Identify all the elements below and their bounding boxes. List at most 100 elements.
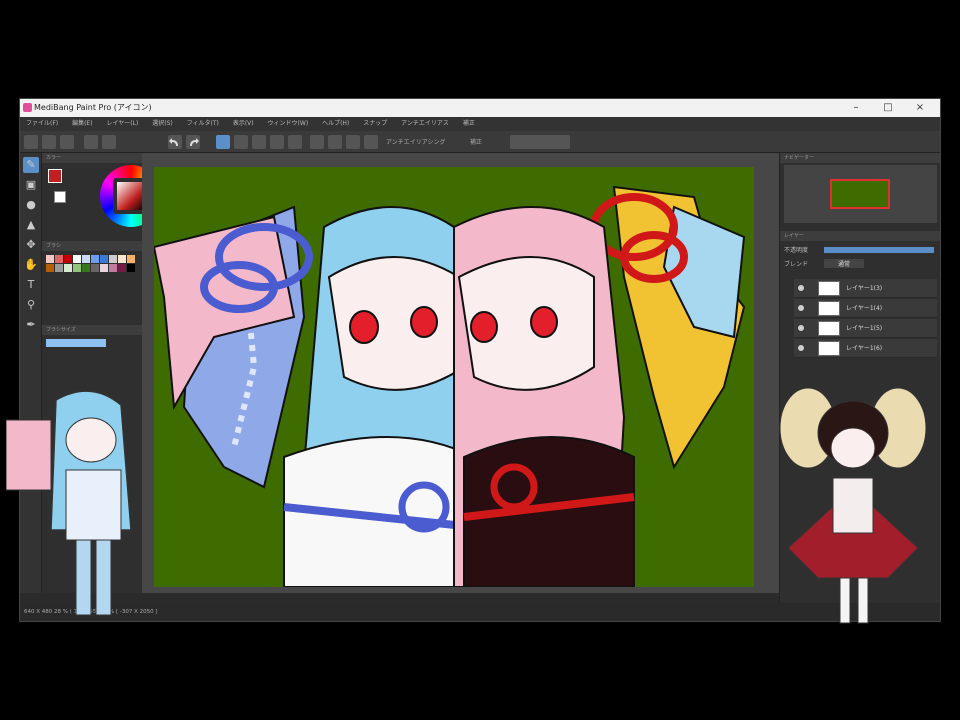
select-tool-icon[interactable] — [216, 135, 230, 149]
menu-antialias[interactable]: アンチエイリアス — [395, 117, 455, 131]
window-title: MediBang Paint Pro (アイコン) — [34, 103, 152, 112]
cut-icon[interactable] — [102, 135, 116, 149]
palette-swatch[interactable] — [55, 264, 63, 272]
layer-row[interactable]: レイヤー1(3) — [794, 279, 937, 298]
navigator-title: ナビゲーター — [780, 153, 940, 163]
layer-name: レイヤー1(3) — [846, 285, 883, 292]
text-icon[interactable]: T — [23, 277, 39, 293]
layer-name: レイヤー1(6) — [846, 345, 883, 352]
palette-swatch[interactable] — [73, 264, 81, 272]
menu-file[interactable]: ファイル(F) — [20, 117, 64, 131]
layer-thumbnail — [818, 321, 840, 336]
menu-filter[interactable]: フィルタ(T) — [181, 117, 225, 131]
layer-name: レイヤー1(5) — [846, 325, 883, 332]
dot-icon[interactable]: ● — [23, 197, 39, 213]
canvas-area — [142, 153, 779, 593]
layer-thumbnail — [818, 341, 840, 356]
palette-swatch[interactable] — [46, 264, 54, 272]
palette-swatch[interactable] — [46, 255, 54, 263]
close-button[interactable]: × — [906, 99, 934, 117]
menu-correction[interactable]: 補正 — [457, 117, 481, 131]
right-eye-1 — [470, 311, 498, 343]
palette-swatch[interactable] — [127, 264, 135, 272]
eye-icon[interactable] — [798, 305, 804, 311]
eraser-icon[interactable]: ▣ — [23, 177, 39, 193]
color-square[interactable] — [117, 182, 145, 210]
palette-swatch[interactable] — [109, 255, 117, 263]
menu-edit[interactable]: 編集(E) — [66, 117, 98, 131]
layer-row[interactable]: レイヤー1(5) — [794, 319, 937, 338]
layer-row[interactable]: レイヤー1(6) — [794, 339, 937, 358]
menu-view[interactable]: 表示(V) — [227, 117, 260, 131]
blend-label: ブレンド — [784, 261, 809, 268]
palette-swatch[interactable] — [82, 255, 90, 263]
palette-swatch[interactable] — [55, 255, 63, 263]
palette-swatch[interactable] — [73, 255, 81, 263]
navigator-viewport[interactable] — [830, 179, 890, 209]
grid-icon[interactable] — [84, 135, 98, 149]
zoom-icon[interactable]: ⚲ — [23, 297, 39, 313]
opacity-slider[interactable] — [824, 247, 934, 253]
menu-window[interactable]: ウィンドウ(W) — [262, 117, 315, 131]
eye-icon[interactable] — [798, 285, 804, 291]
move-icon[interactable]: ✥ — [23, 237, 39, 253]
chibi-blue-avatar — [6, 390, 132, 616]
rect-select-icon[interactable] — [234, 135, 248, 149]
palette-swatch[interactable] — [100, 255, 108, 263]
antialias-toggle[interactable]: アンチエイリアシング — [386, 137, 446, 146]
eye-icon[interactable] — [798, 345, 804, 351]
fill-icon[interactable]: ▲ — [23, 217, 39, 233]
menu-bar: ファイル(F) 編集(E) レイヤー(L) 選択(S) フィルタ(T) 表示(V… — [20, 117, 940, 131]
background-color[interactable] — [54, 191, 66, 203]
wand-icon[interactable] — [270, 135, 284, 149]
menu-snap[interactable]: スナップ — [357, 117, 393, 131]
correction-label: 補正 — [470, 139, 483, 146]
palette-swatch[interactable] — [91, 264, 99, 272]
palette-swatch[interactable] — [118, 264, 126, 272]
transform-icon[interactable] — [288, 135, 302, 149]
palette-swatch[interactable] — [127, 255, 135, 263]
palette-swatch[interactable] — [64, 255, 72, 263]
open-file-icon[interactable] — [42, 135, 56, 149]
palette-title: ブラシ — [42, 241, 142, 251]
eyedropper-icon[interactable]: ✒ — [23, 317, 39, 333]
foreground-color[interactable] — [48, 169, 62, 183]
layer-thumbnail — [818, 281, 840, 296]
blend-select[interactable]: 通常 — [824, 259, 865, 268]
correction-dropdown[interactable] — [510, 135, 570, 149]
tool-bar: アンチエイリアシング 補正 — [20, 131, 940, 153]
palette-swatch[interactable] — [82, 264, 90, 272]
hand-icon[interactable]: ✋ — [23, 257, 39, 273]
gradient-icon[interactable] — [346, 135, 360, 149]
brush-size-slider[interactable] — [46, 339, 106, 347]
color-palette[interactable] — [46, 255, 142, 285]
menu-select[interactable]: 選択(S) — [146, 117, 179, 131]
minimize-button[interactable]: – — [842, 99, 870, 117]
redo-icon[interactable] — [186, 135, 200, 149]
shape-icon[interactable] — [364, 135, 378, 149]
eye-icon[interactable] — [798, 325, 804, 331]
layer-row[interactable]: レイヤー1(4) — [794, 299, 937, 318]
palette-swatch[interactable] — [118, 255, 126, 263]
save-icon[interactable] — [60, 135, 74, 149]
palette-swatch[interactable] — [100, 264, 108, 272]
undo-icon[interactable] — [168, 135, 182, 149]
menu-layer[interactable]: レイヤー(L) — [100, 117, 144, 131]
palette-swatch[interactable] — [109, 264, 117, 272]
pen-icon[interactable]: ✎ — [23, 157, 39, 173]
left-eye-1 — [349, 310, 379, 344]
palette-swatch[interactable] — [64, 264, 72, 272]
color-panel-title: カラー — [42, 153, 142, 163]
layer-name: レイヤー1(4) — [846, 305, 883, 312]
fill-tool-icon[interactable] — [328, 135, 342, 149]
left-eye-2 — [410, 306, 438, 338]
maximize-button[interactable]: □ — [874, 99, 902, 117]
title-bar: MediBang Paint Pro (アイコン) – □ × — [20, 99, 940, 117]
drawing-canvas[interactable] — [154, 167, 754, 587]
lasso-icon[interactable] — [252, 135, 266, 149]
menu-help[interactable]: ヘルプ(H) — [316, 117, 355, 131]
navigator-preview[interactable] — [784, 165, 937, 223]
new-file-icon[interactable] — [24, 135, 38, 149]
palette-swatch[interactable] — [91, 255, 99, 263]
brush-tool-icon[interactable] — [310, 135, 324, 149]
